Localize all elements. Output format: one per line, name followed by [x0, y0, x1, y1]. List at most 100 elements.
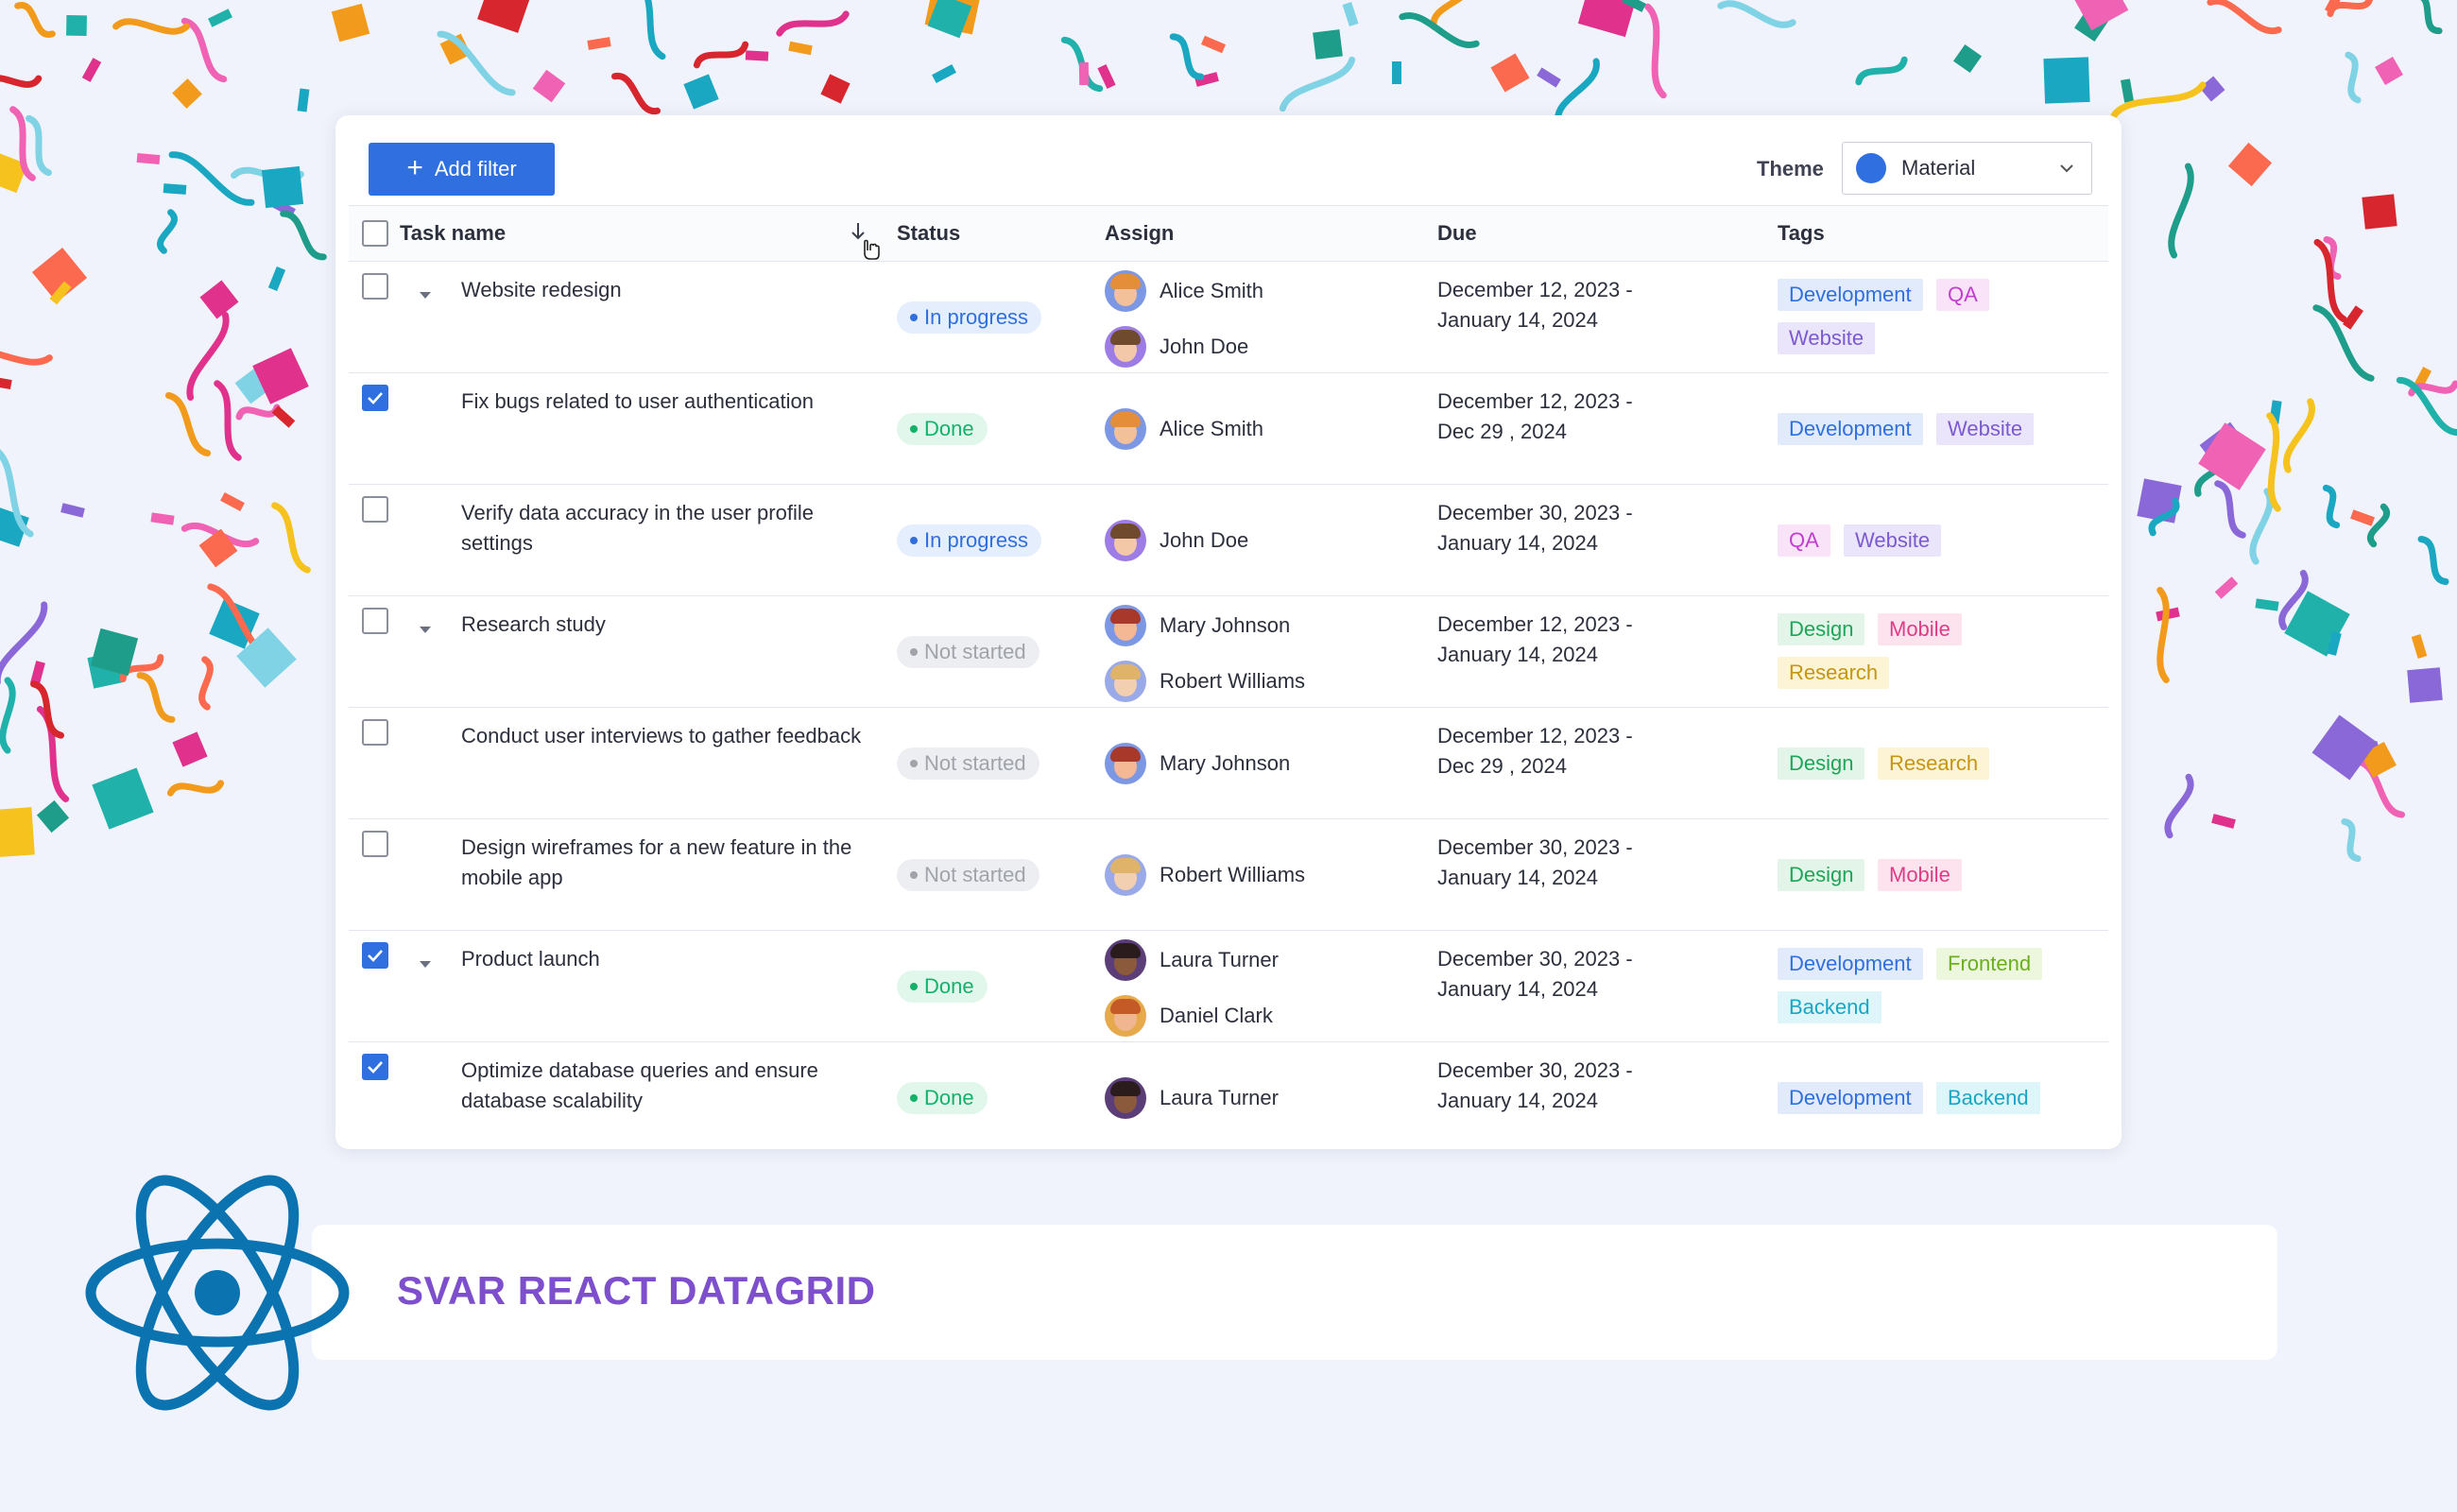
assignee[interactable]: John Doe	[1105, 326, 1248, 368]
assignee[interactable]: Mary Johnson	[1105, 605, 1290, 646]
confetti-piece	[1399, 11, 1480, 49]
row-checkbox[interactable]	[362, 719, 388, 746]
confetti-piece	[2043, 57, 2090, 104]
table-row[interactable]: Optimize database queries and ensure dat…	[349, 1042, 2108, 1149]
confetti-piece	[66, 15, 87, 36]
assignee[interactable]: John Doe	[1105, 520, 1248, 561]
confetti-piece	[172, 731, 208, 767]
confetti-piece	[198, 528, 238, 568]
confetti-piece	[150, 512, 175, 525]
status-badge: Done	[897, 413, 988, 445]
column-header-task-name[interactable]: Task name	[400, 206, 506, 261]
table-row[interactable]: Fix bugs related to user authentication D…	[349, 373, 2108, 485]
task-name: Website redesign	[461, 278, 622, 301]
avatar	[1105, 270, 1146, 312]
assignee[interactable]: Alice Smith	[1105, 270, 1263, 312]
assignee[interactable]: Robert Williams	[1105, 661, 1305, 702]
due-date: December 12, 2023 - Dec 29 , 2024	[1437, 721, 1633, 782]
status-badge: Done	[897, 1082, 988, 1114]
column-header-status[interactable]: Status	[897, 206, 960, 261]
task-name: Conduct user interviews to gather feedba…	[461, 724, 862, 747]
due-date-line: January 14, 2024	[1437, 866, 1599, 889]
confetti-piece	[1078, 61, 1090, 86]
status-badge: In progress	[897, 524, 1042, 557]
assignee[interactable]: Mary Johnson	[1105, 743, 1290, 784]
confetti-piece	[112, 18, 190, 35]
table-row[interactable]: Website redesign In progress Alice Smith Jo…	[349, 262, 2108, 373]
collapse-toggle-icon[interactable]	[419, 957, 432, 968]
confetti-piece	[168, 151, 255, 206]
datagrid: Task name Status Assign Due Tags Website…	[349, 205, 2108, 1149]
sort-descending-icon[interactable]	[850, 221, 882, 263]
theme-select[interactable]: Material	[1842, 142, 2092, 195]
tag-backend: Backend	[1936, 1082, 2040, 1114]
row-checkbox[interactable]	[362, 942, 388, 969]
assignee[interactable]: Alice Smith	[1105, 408, 1263, 450]
assignee[interactable]: Robert Williams	[1105, 854, 1305, 896]
column-header-due[interactable]: Due	[1437, 206, 1477, 261]
due-date-line: December 30, 2023 -	[1437, 947, 1633, 971]
row-checkbox[interactable]	[362, 608, 388, 634]
chevron-down-icon	[2060, 164, 2073, 173]
tag-design: Design	[1778, 859, 1865, 891]
confetti-piece	[2283, 398, 2315, 473]
status-dot-icon	[910, 425, 918, 433]
due-date: December 12, 2023 - January 14, 2024	[1437, 275, 1633, 335]
tag-website: Website	[1936, 413, 2035, 445]
confetti-piece	[776, 10, 850, 37]
add-filter-button[interactable]: + Add filter	[369, 143, 555, 196]
collapse-toggle-icon[interactable]	[419, 288, 432, 299]
confetti-piece	[0, 75, 43, 88]
confetti-piece	[60, 503, 85, 518]
due-date-line: January 14, 2024	[1437, 1089, 1599, 1112]
assignee[interactable]: Laura Turner	[1105, 1077, 1279, 1119]
column-header-assign[interactable]: Assign	[1105, 206, 1174, 261]
grid-body: Website redesign In progress Alice Smith Jo…	[349, 262, 2108, 1149]
row-checkbox[interactable]	[362, 1054, 388, 1080]
confetti-piece	[136, 152, 161, 165]
status-badge: Not started	[897, 859, 1040, 891]
tag-frontend: Frontend	[1936, 948, 2043, 980]
confetti-piece	[820, 74, 850, 104]
tag-qa: QA	[1936, 279, 1989, 311]
table-row[interactable]: Verify data accuracy in the user profile…	[349, 485, 2108, 596]
collapse-toggle-icon[interactable]	[419, 623, 432, 633]
confetti-piece	[2214, 576, 2239, 599]
assignee[interactable]: Laura Turner	[1105, 939, 1279, 981]
assignee[interactable]: Daniel Clark	[1105, 995, 1273, 1037]
toolbar: + Add filter Theme Material	[335, 115, 2122, 205]
table-row[interactable]: Conduct user interviews to gather feedba…	[349, 708, 2108, 819]
confetti-piece	[2227, 142, 2273, 187]
due-date: December 12, 2023 - Dec 29 , 2024	[1437, 387, 1633, 447]
row-checkbox[interactable]	[362, 273, 388, 300]
tag-qa: QA	[1778, 524, 1830, 557]
table-row[interactable]: Product launch Done Laura Turner Daniel Cla…	[349, 931, 2108, 1042]
table-row[interactable]: Design wireframes for a new feature in t…	[349, 819, 2108, 931]
status-badge: Not started	[897, 636, 1040, 668]
plus-icon: +	[406, 151, 423, 183]
assignee-name: John Doe	[1160, 335, 1249, 358]
status-label: Done	[924, 974, 974, 998]
row-checkbox[interactable]	[362, 831, 388, 857]
due-date-line: January 14, 2024	[1437, 977, 1599, 1001]
confetti-piece	[214, 380, 242, 461]
select-all-checkbox[interactable]	[362, 220, 388, 247]
row-checkbox[interactable]	[362, 385, 388, 411]
avatar	[1105, 995, 1146, 1037]
column-header-tags[interactable]: Tags	[1778, 206, 1825, 261]
status-badge: Not started	[897, 747, 1040, 780]
confetti-piece	[2156, 587, 2170, 683]
confetti-piece	[220, 491, 245, 512]
row-checkbox[interactable]	[362, 496, 388, 523]
avatar	[1105, 326, 1146, 368]
confetti-piece	[267, 266, 286, 291]
status-label: Not started	[924, 863, 1026, 886]
avatar	[1105, 1077, 1146, 1119]
status-badge: In progress	[897, 301, 1042, 334]
datagrid-card: + Add filter Theme Material Task name St…	[335, 115, 2122, 1149]
status-dot-icon	[910, 314, 918, 321]
confetti-piece	[2375, 57, 2403, 85]
table-row[interactable]: Research study Not started Mary Johnson Rob…	[349, 596, 2108, 708]
status-label: In progress	[924, 528, 1029, 552]
confetti-piece	[172, 78, 202, 109]
